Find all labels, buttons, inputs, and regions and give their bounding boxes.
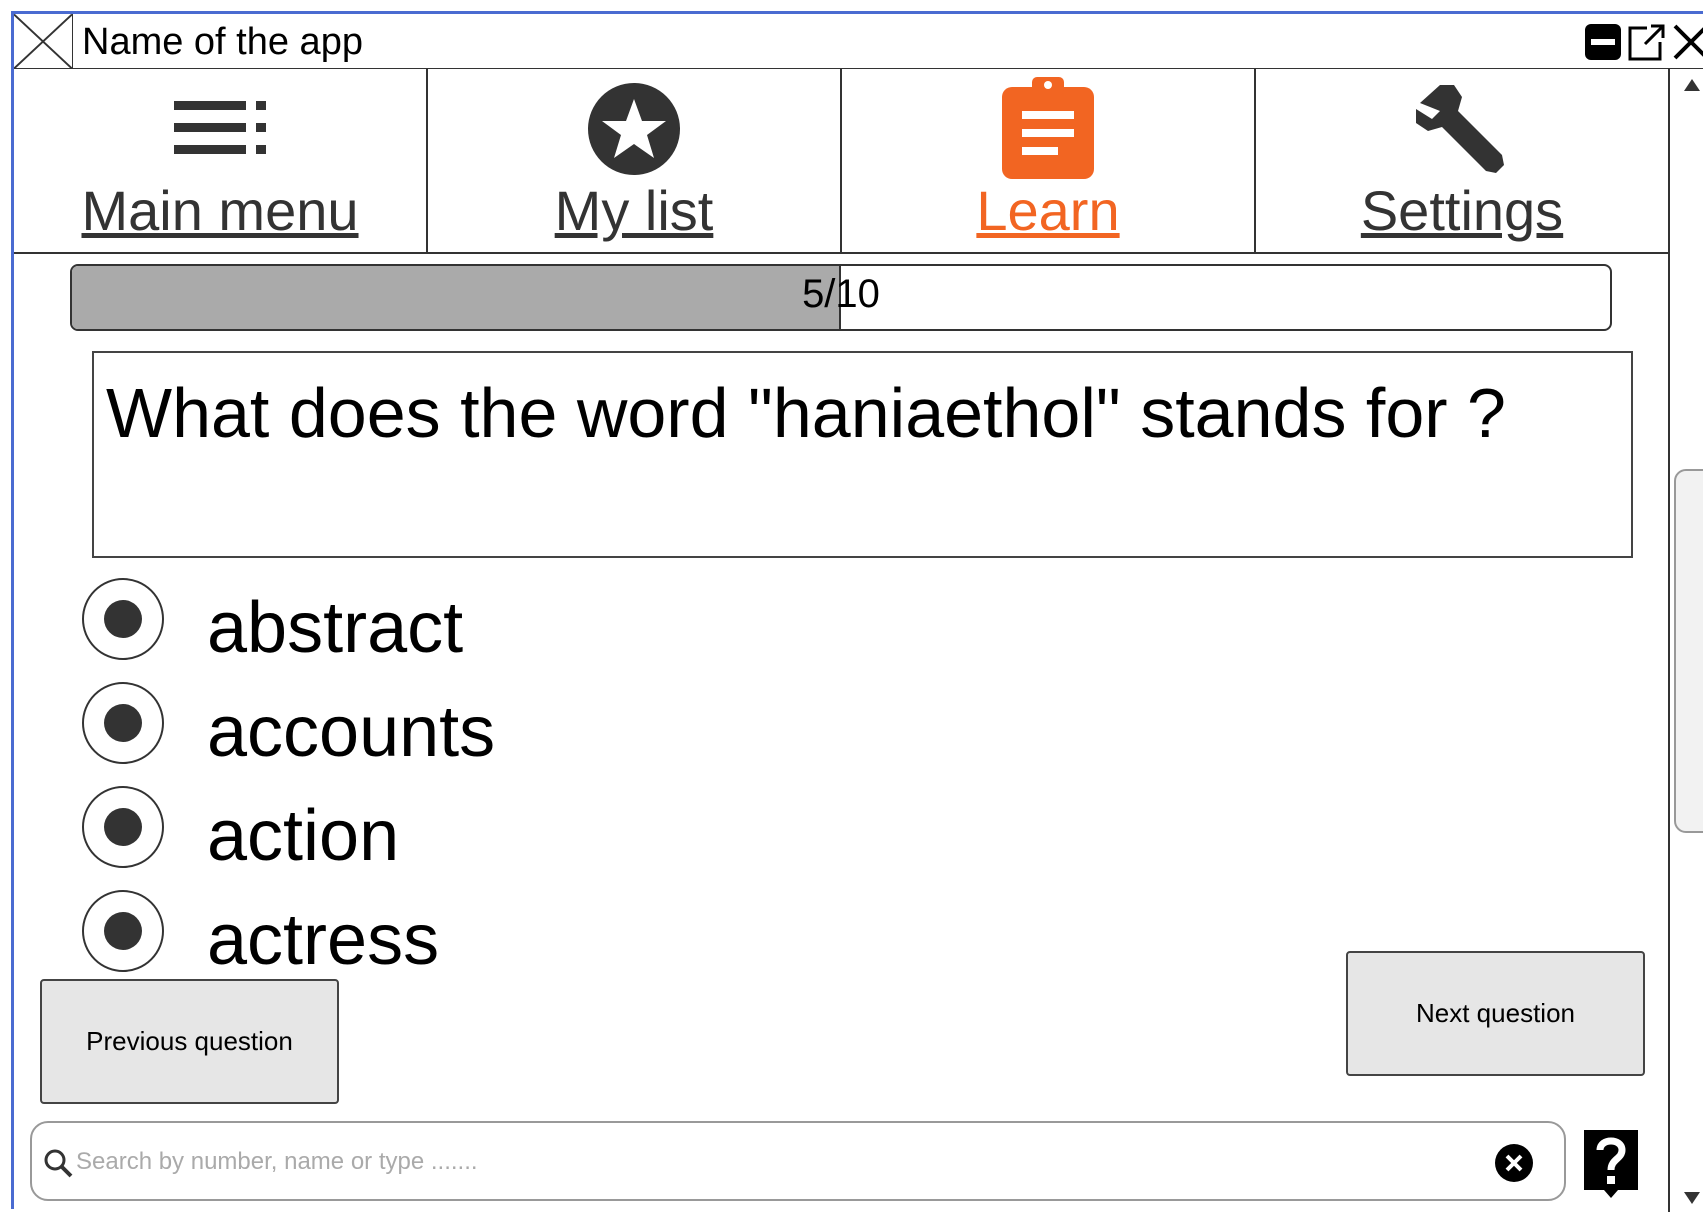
scroll-up-arrow-icon[interactable] bbox=[1670, 71, 1703, 99]
option-label: actress bbox=[207, 900, 440, 980]
tab-label: Settings bbox=[1360, 179, 1564, 242]
answer-option[interactable]: action bbox=[82, 784, 495, 888]
tab-settings[interactable]: Settings bbox=[1256, 69, 1668, 252]
tab-label: My list bbox=[554, 179, 714, 242]
tab-main-menu[interactable]: Main menu bbox=[14, 69, 428, 252]
progress-bar: 5/10 bbox=[70, 264, 1612, 331]
vertical-scrollbar[interactable] bbox=[1668, 69, 1703, 1212]
scroll-thumb[interactable] bbox=[1674, 469, 1703, 833]
help-icon[interactable] bbox=[1580, 1126, 1642, 1202]
radio-button[interactable] bbox=[82, 890, 164, 972]
option-label: accounts bbox=[207, 692, 496, 772]
search-icon bbox=[44, 1149, 73, 1178]
question-text: What does the word "haniaethol" stands f… bbox=[92, 351, 1633, 558]
radio-button[interactable] bbox=[82, 578, 164, 660]
clipboard-icon bbox=[1002, 77, 1094, 179]
tab-learn[interactable]: Learn bbox=[842, 69, 1256, 252]
answer-options: abstract accounts action actress bbox=[82, 576, 495, 992]
minimize-icon[interactable] bbox=[1583, 22, 1623, 62]
answer-option[interactable]: actress bbox=[82, 888, 495, 992]
app-window: Name of the app Main menu My list Learn … bbox=[11, 11, 1703, 1212]
tab-label: Main menu bbox=[81, 179, 359, 242]
title-bar: Name of the app bbox=[14, 14, 1703, 69]
option-label: abstract bbox=[207, 588, 464, 668]
list-icon bbox=[174, 101, 266, 154]
app-title: Name of the app bbox=[82, 21, 363, 63]
next-question-button[interactable]: Next question bbox=[1346, 951, 1645, 1076]
maximize-icon[interactable] bbox=[1627, 22, 1667, 62]
app-icon bbox=[14, 14, 73, 69]
close-icon[interactable] bbox=[1671, 22, 1703, 62]
window-controls bbox=[1583, 22, 1703, 62]
previous-question-button[interactable]: Previous question bbox=[40, 979, 339, 1104]
star-icon bbox=[588, 83, 680, 175]
tab-label: Learn bbox=[976, 179, 1120, 242]
search-input[interactable] bbox=[74, 1137, 1454, 1187]
radio-button[interactable] bbox=[82, 682, 164, 764]
answer-option[interactable]: abstract bbox=[82, 576, 495, 680]
clear-search-icon[interactable] bbox=[1494, 1143, 1534, 1183]
answer-option[interactable]: accounts bbox=[82, 680, 495, 784]
scroll-down-arrow-icon[interactable] bbox=[1670, 1184, 1703, 1212]
wrench-icon bbox=[1416, 85, 1504, 173]
tab-my-list[interactable]: My list bbox=[428, 69, 842, 252]
nav-bar: Main menu My list Learn Settings bbox=[14, 69, 1668, 254]
search-bar bbox=[30, 1121, 1566, 1201]
progress-text: 5/10 bbox=[802, 272, 880, 316]
radio-button[interactable] bbox=[82, 786, 164, 868]
option-label: action bbox=[207, 796, 400, 876]
